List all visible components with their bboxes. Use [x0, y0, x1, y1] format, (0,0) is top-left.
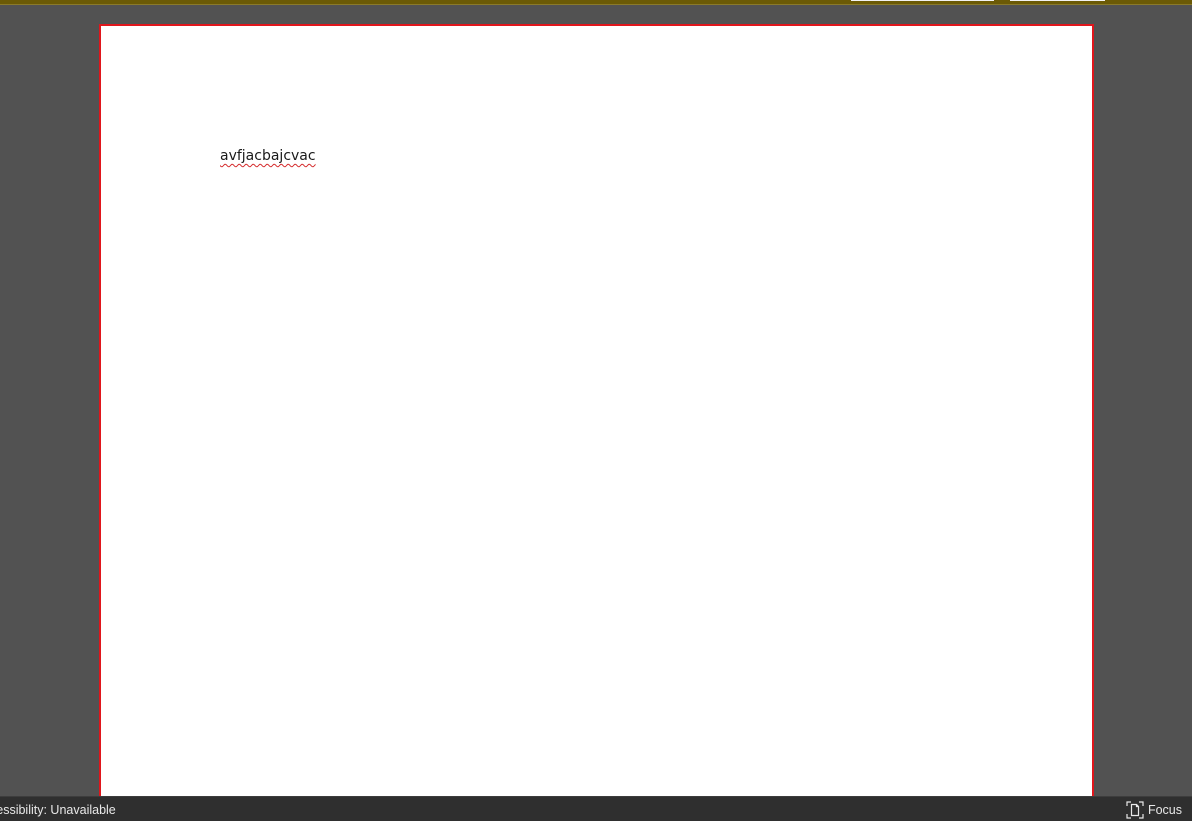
focus-label: Focus: [1147, 803, 1182, 817]
document-text-misspelled[interactable]: avfjacbajcvac: [220, 148, 316, 164]
ribbon-control-edge[interactable]: [851, 0, 994, 1]
status-bar: cessibility: Unavailable Focus: [0, 796, 1192, 821]
focus-mode-button[interactable]: Focus: [1126, 800, 1182, 820]
focus-mode-icon: [1126, 801, 1144, 819]
ribbon-control-edge[interactable]: [1010, 0, 1105, 1]
accessibility-status[interactable]: cessibility: Unavailable: [0, 803, 116, 817]
word-window: avfjacbajcvac cessibility: Unavailable F…: [0, 0, 1192, 821]
document-page[interactable]: avfjacbajcvac: [99, 24, 1094, 798]
document-canvas[interactable]: avfjacbajcvac: [0, 5, 1192, 798]
